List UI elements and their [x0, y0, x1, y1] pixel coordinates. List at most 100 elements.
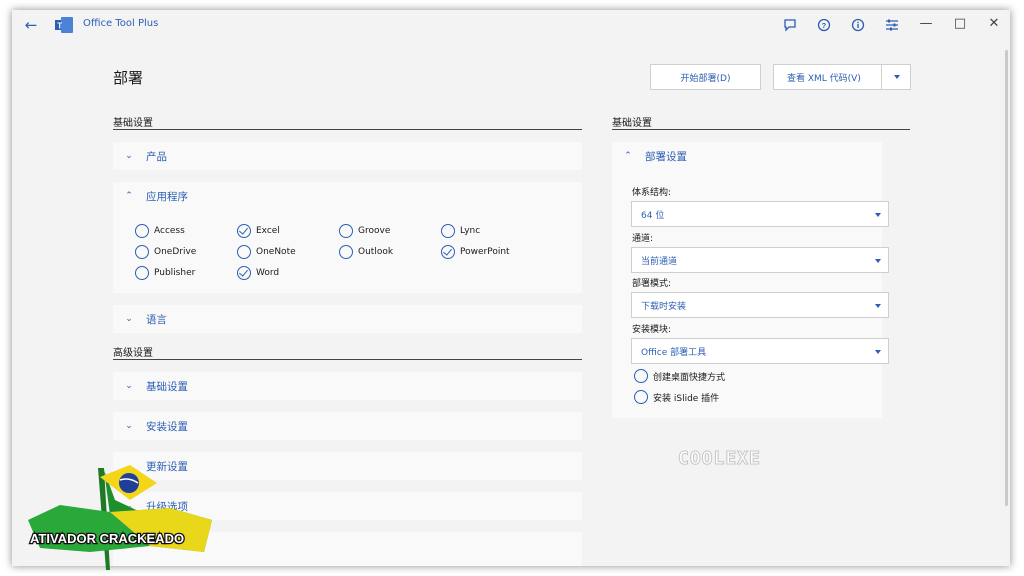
view-xml-dropdown-button[interactable] [882, 64, 911, 90]
language-label: 语言 [146, 313, 167, 326]
install-module-value: Office 部署工具 [641, 347, 707, 358]
chevron-down-icon: ⌄ [125, 461, 133, 471]
help-icon[interactable]: ? [815, 16, 833, 34]
app-option-label: Outlook [358, 247, 394, 257]
chevron-up-icon: ⌃ [125, 191, 133, 201]
office-tool-plus-logo: T [55, 17, 73, 33]
chevron-down-icon [875, 259, 881, 263]
checkbox-circle-icon [634, 390, 648, 404]
adv-basic-label: 基础设置 [146, 380, 188, 393]
basic-settings-heading: 基础设置 [113, 118, 153, 129]
app-option-lync[interactable]: Lync [441, 224, 480, 238]
section-divider [612, 129, 910, 130]
settings-sliders-icon[interactable] [883, 16, 901, 34]
channel-value: 当前通道 [641, 256, 678, 267]
update-settings-card: ⌄ 更新设置 [113, 452, 582, 480]
apps-card: ⌃ 应用程序 Access Excel Groove Lync OneDrive… [113, 182, 582, 293]
app-option-groove[interactable]: Groove [339, 224, 390, 238]
feedback-icon[interactable] [781, 16, 799, 34]
chevron-down-icon [894, 75, 900, 79]
install-settings-card: ⌄ 安装设置 [113, 412, 582, 440]
deploy-settings-label: 部署设置 [645, 150, 687, 163]
install-module-label: 安装模块: [632, 325, 672, 335]
checkmark-circle-icon [237, 266, 251, 280]
app-title: Office Tool Plus [83, 18, 159, 29]
checkbox-circle-icon [339, 245, 353, 259]
products-label: 产品 [146, 150, 167, 163]
right-settings-heading: 基础设置 [612, 118, 652, 129]
adv-basic-card: ⌄ 基础设置 [113, 372, 582, 400]
app-option-label: Lync [460, 226, 481, 236]
deploy-mode-value: 下载时安装 [641, 301, 687, 312]
channel-label: 通道: [632, 234, 654, 244]
checkbox-circle-icon [339, 224, 353, 238]
start-deploy-button[interactable]: 开始部署(D) [650, 64, 761, 90]
checkbox-circle-icon [441, 224, 455, 238]
checkmark-circle-icon [441, 245, 455, 259]
app-option-label: Publisher [154, 268, 196, 278]
minimize-button[interactable]: — [915, 14, 937, 34]
chevron-down-icon [875, 304, 881, 308]
apps-header[interactable]: ⌃ 应用程序 [124, 182, 188, 210]
chevron-down-icon [875, 350, 881, 354]
adv-basic-header[interactable]: ⌄ 基础设置 [124, 372, 188, 400]
architecture-value: 64 位 [641, 210, 665, 221]
app-option-onedrive[interactable]: OneDrive [135, 245, 196, 259]
chevron-down-icon [875, 213, 881, 217]
deploy-settings-header[interactable]: ⌃ 部署设置 [623, 142, 687, 170]
desktop-shortcut-option[interactable]: 创建桌面快捷方式 [634, 369, 725, 383]
view-xml-label: 查看 XML 代码(V) [787, 73, 861, 84]
scrollbar[interactable] [1005, 50, 1008, 506]
back-arrow-icon[interactable]: ← [21, 15, 41, 35]
architecture-select[interactable]: 64 位 [631, 201, 889, 227]
architecture-label: 体系结构: [632, 188, 672, 198]
maximize-button[interactable]: □ [949, 14, 971, 34]
install-settings-header[interactable]: ⌄ 安装设置 [124, 412, 188, 440]
more-settings-card [113, 532, 582, 566]
chevron-down-icon: ⌄ [125, 501, 133, 511]
install-settings-label: 安装设置 [146, 420, 188, 433]
upgrade-options-label: 升级选项 [146, 500, 188, 513]
channel-select[interactable]: 当前通道 [631, 247, 889, 273]
language-card: ⌄ 语言 [113, 305, 582, 333]
app-option-label: Word [256, 268, 280, 278]
info-icon[interactable] [849, 16, 867, 34]
install-module-select[interactable]: Office 部署工具 [631, 338, 889, 364]
islide-label: 安装 iSlide 插件 [653, 393, 720, 404]
chevron-down-icon: ⌄ [125, 381, 133, 391]
app-option-word[interactable]: Word [237, 266, 279, 280]
update-settings-label: 更新设置 [146, 460, 188, 473]
app-option-label: Access [154, 226, 185, 236]
deploy-mode-select[interactable]: 下载时安装 [631, 292, 889, 318]
desktop-shortcut-label: 创建桌面快捷方式 [653, 372, 726, 383]
chevron-down-icon: ⌄ [125, 314, 133, 324]
app-option-onenote[interactable]: OneNote [237, 245, 296, 259]
app-option-publisher[interactable]: Publisher [135, 266, 195, 280]
close-button[interactable]: ✕ [983, 14, 1005, 34]
app-option-label: Excel [256, 226, 280, 236]
deploy-mode-label: 部署模式: [632, 279, 672, 289]
app-option-outlook[interactable]: Outlook [339, 245, 393, 259]
products-header[interactable]: ⌄ 产品 [124, 142, 167, 170]
app-option-excel[interactable]: Excel [237, 224, 280, 238]
app-option-label: PowerPoint [460, 247, 510, 257]
title-bar: ← T Office Tool Plus ? — □ ✕ [12, 10, 1010, 40]
islide-option[interactable]: 安装 iSlide 插件 [634, 390, 719, 404]
section-divider [113, 129, 582, 130]
svg-text:T: T [57, 22, 62, 31]
chevron-down-icon: ⌄ [125, 421, 133, 431]
language-header[interactable]: ⌄ 语言 [124, 305, 167, 333]
app-option-label: Groove [358, 226, 391, 236]
checkbox-circle-icon [634, 369, 648, 383]
page-title: 部署 [113, 69, 144, 87]
update-settings-header[interactable]: ⌄ 更新设置 [124, 452, 188, 480]
advanced-settings-heading: 高级设置 [113, 348, 153, 359]
upgrade-options-header[interactable]: ⌄ 升级选项 [124, 492, 188, 520]
checkbox-circle-icon [135, 224, 149, 238]
checkmark-circle-icon [237, 224, 251, 238]
app-option-access[interactable]: Access [135, 224, 185, 238]
svg-text:?: ? [822, 21, 827, 30]
checkbox-circle-icon [237, 245, 251, 259]
app-option-powerpoint[interactable]: PowerPoint [441, 245, 510, 259]
apps-label: 应用程序 [146, 190, 188, 203]
